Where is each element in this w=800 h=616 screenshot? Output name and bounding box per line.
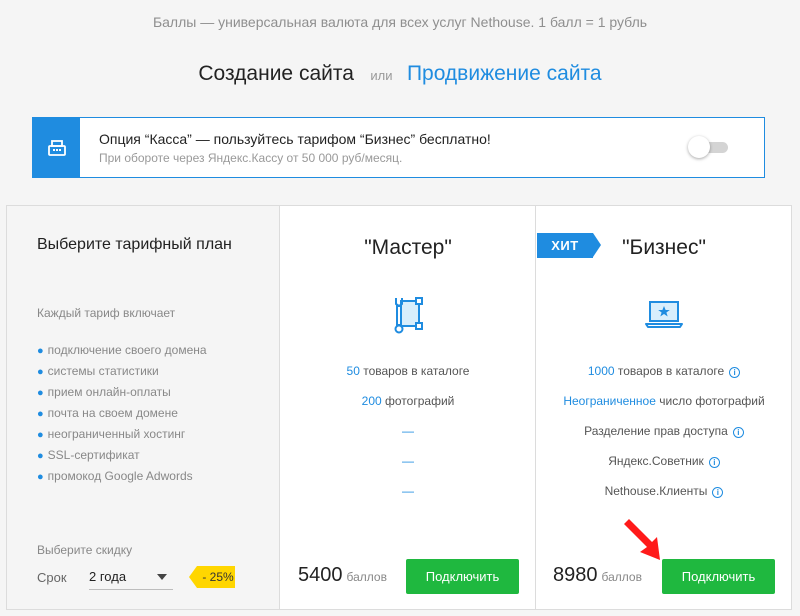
business-clients: Nethouse.Клиенты i bbox=[537, 484, 791, 498]
info-icon[interactable]: i bbox=[732, 427, 744, 438]
bullet-icon: ● bbox=[37, 450, 44, 462]
business-advisor: Яндекс.Советник i bbox=[537, 454, 791, 468]
kassa-toggle[interactable] bbox=[688, 136, 730, 158]
tab-site-creation[interactable]: Создание сайта bbox=[198, 62, 354, 85]
list-item: ● системы статистики bbox=[37, 364, 159, 378]
includes-label: Каждый тариф включает bbox=[37, 306, 176, 320]
laptop-star-icon bbox=[537, 296, 791, 332]
points-note: Баллы — универсальная валюта для всех ус… bbox=[152, 14, 648, 30]
business-photos: Неограниченное число фотографий bbox=[563, 394, 765, 408]
red-arrow-icon bbox=[618, 518, 668, 568]
list-item: ● прием онлайн-оплаты bbox=[37, 385, 171, 399]
pricing-table: Выберите тарифный план Каждый тариф вклю… bbox=[6, 205, 792, 610]
plan-title: "Бизнес" bbox=[622, 236, 706, 259]
bullet-icon: ● bbox=[37, 366, 44, 378]
service-switch: Создание сайта или Продвижение сайта bbox=[0, 62, 800, 86]
bullet-icon: ● bbox=[37, 429, 44, 441]
plan-master: "Мастер" 50 товаров в каталоге 200 фотог… bbox=[281, 206, 536, 609]
feature-list: ● подключение своего домена ● системы стат… bbox=[37, 340, 207, 487]
bullet-icon: ● bbox=[37, 345, 44, 357]
choose-plan-heading: Выберите тарифный план bbox=[37, 236, 232, 253]
list-item: ● SSL-сертификат bbox=[37, 448, 140, 462]
business-access: Разделение прав доступа i bbox=[537, 424, 791, 438]
plan-info-column: Выберите тарифный план Каждый тариф вклю… bbox=[7, 206, 280, 609]
list-item: ● неограниченный хостинг bbox=[37, 427, 186, 441]
master-products: 50 товаров в каталоге bbox=[346, 364, 470, 378]
tab-site-promotion[interactable]: Продвижение сайта bbox=[407, 62, 602, 85]
list-item: ● почта на своем домене bbox=[37, 406, 178, 420]
toggle-knob bbox=[688, 136, 710, 158]
bullet-icon: ● bbox=[37, 408, 44, 420]
info-icon[interactable]: i bbox=[708, 457, 720, 468]
info-icon[interactable]: i bbox=[712, 487, 724, 498]
master-photos: 200 фотографий bbox=[361, 394, 455, 408]
bullet-icon: ● bbox=[37, 387, 44, 399]
cash-register-icon bbox=[33, 118, 80, 177]
master-price: 5400 баллов bbox=[298, 564, 387, 586]
term-value: 2 года bbox=[89, 569, 127, 584]
info-icon[interactable]: i bbox=[729, 367, 741, 378]
business-connect-button[interactable]: Подключить bbox=[662, 559, 775, 594]
master-dash-3: — bbox=[402, 484, 414, 498]
or-label: или bbox=[370, 68, 393, 83]
master-connect-button[interactable]: Подключить bbox=[406, 559, 519, 594]
term-label: Срок bbox=[37, 570, 67, 585]
kassa-subtitle: При обороте через Яндекс.Кассу от 50 000… bbox=[99, 151, 403, 165]
plan-title: "Мастер" bbox=[364, 236, 452, 259]
list-item: ● промокод Google Adwords bbox=[37, 469, 193, 483]
discount-badge: - 25% bbox=[189, 566, 235, 588]
wrench-frame-icon bbox=[281, 296, 535, 334]
term-select[interactable]: 2 года bbox=[89, 566, 173, 590]
list-item: ● подключение своего домена bbox=[37, 343, 207, 357]
kassa-title: Опция “Касса” — пользуйтесь тарифом “Биз… bbox=[99, 131, 491, 147]
discount-label: Выберите скидку bbox=[37, 543, 133, 557]
master-dash-1: — bbox=[402, 424, 414, 438]
business-products: 1000 товаров в каталоге i bbox=[537, 364, 791, 378]
bullet-icon: ● bbox=[37, 471, 44, 483]
kassa-option-banner: Опция “Касса” — пользуйтесь тарифом “Биз… bbox=[32, 117, 765, 178]
chevron-down-icon bbox=[157, 574, 167, 580]
master-dash-2: — bbox=[402, 454, 414, 468]
